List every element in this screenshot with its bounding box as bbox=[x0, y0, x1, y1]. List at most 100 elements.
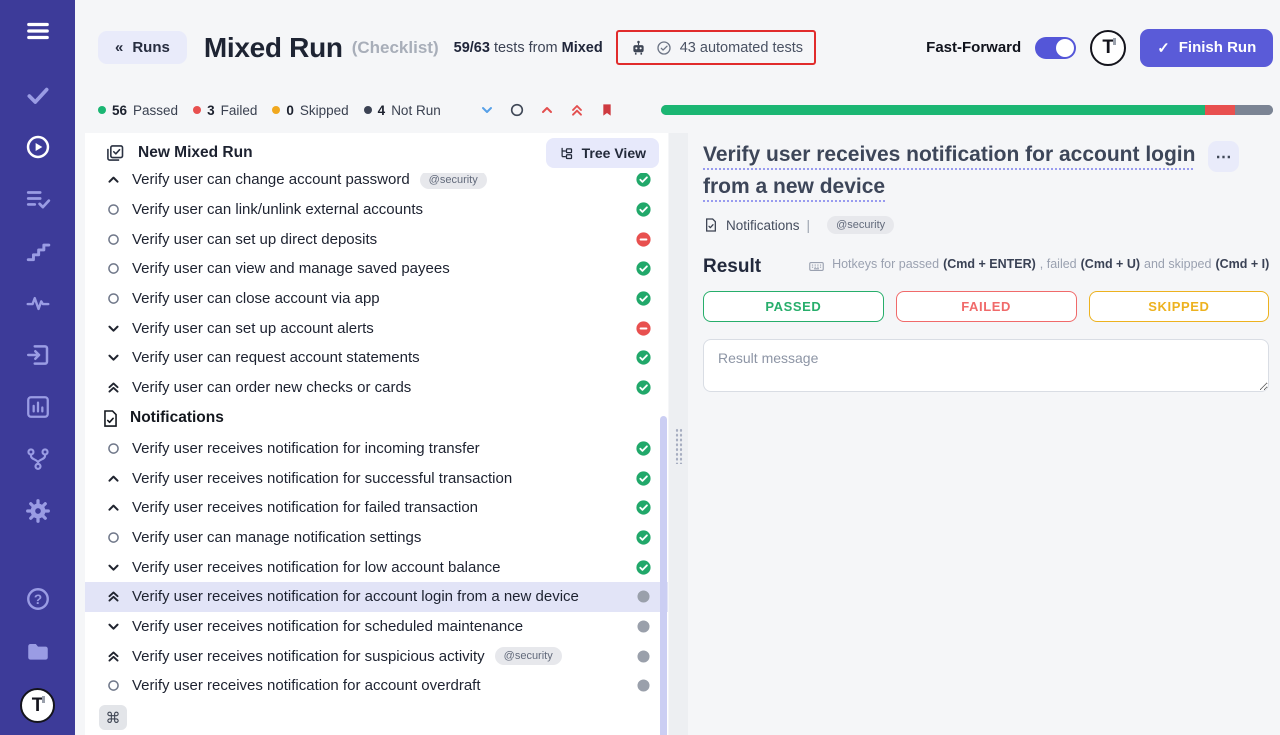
gear-icon[interactable] bbox=[23, 496, 53, 526]
branch-icon[interactable] bbox=[23, 444, 53, 474]
test-row[interactable]: Verify user receives notification for ac… bbox=[85, 582, 668, 612]
test-row[interactable]: Verify user can request account statemen… bbox=[85, 343, 668, 373]
stat-passed: 56Passed bbox=[98, 103, 178, 118]
test-title: Verify user receives notification for su… bbox=[132, 470, 512, 487]
priority-critical-icon bbox=[106, 380, 121, 395]
circle-icon[interactable] bbox=[509, 102, 525, 118]
stat-failed: 3Failed bbox=[193, 103, 257, 118]
status-notrun-icon bbox=[635, 588, 652, 605]
status-dot bbox=[272, 106, 280, 114]
fast-forward-toggle[interactable] bbox=[1035, 37, 1076, 59]
bookmark-icon[interactable] bbox=[599, 102, 615, 118]
test-row[interactable]: Verify user can order new checks or card… bbox=[85, 373, 668, 403]
status-passed-icon bbox=[635, 260, 652, 277]
run-icon[interactable] bbox=[23, 132, 53, 162]
priority-high-icon bbox=[106, 173, 121, 187]
test-row[interactable]: Verify user can set up direct deposits bbox=[85, 224, 668, 254]
test-title: Verify user receives notification for sc… bbox=[132, 618, 523, 635]
test-row[interactable]: Verify user can set up account alerts bbox=[85, 313, 668, 343]
help-icon[interactable]: ? bbox=[23, 584, 53, 614]
tests-count: 59/63 bbox=[454, 40, 490, 56]
status-notrun-icon bbox=[635, 648, 652, 665]
test-row[interactable]: Verify user can change account password@… bbox=[85, 173, 668, 195]
check-icon[interactable] bbox=[23, 80, 53, 110]
test-title: Verify user receives notification for lo… bbox=[132, 559, 501, 576]
folder-icon[interactable] bbox=[23, 636, 53, 666]
test-list-panel: New Mixed Run Tree View Verify user can … bbox=[85, 133, 668, 735]
test-row[interactable]: Verify user receives notification for in… bbox=[85, 434, 668, 464]
test-title: Verify user receives notification for in… bbox=[132, 440, 480, 457]
test-row[interactable]: Verify user receives notification for fa… bbox=[85, 493, 668, 523]
test-row[interactable]: Verify user receives notification for ac… bbox=[85, 671, 668, 701]
menu-icon[interactable] bbox=[23, 16, 53, 46]
automated-tests-badge[interactable]: 43 automated tests bbox=[616, 30, 816, 65]
top-bar: « Runs Mixed Run (Checklist) 59/63 tests… bbox=[75, 0, 1280, 95]
double-chevron-up-icon[interactable] bbox=[569, 102, 585, 118]
test-row[interactable]: Verify user can manage notification sett… bbox=[85, 523, 668, 553]
list-scrollbar[interactable] bbox=[660, 416, 667, 735]
test-title: Verify user can close account via app bbox=[132, 290, 380, 307]
test-rows: Verify user can change account password@… bbox=[85, 173, 668, 735]
priority-low-icon bbox=[106, 350, 121, 365]
test-title: Verify user can link/unlink external acc… bbox=[132, 201, 423, 218]
checklist-icon[interactable] bbox=[23, 184, 53, 214]
analytics-icon[interactable] bbox=[23, 392, 53, 422]
test-detail-title[interactable]: Verify user receives notification for ac… bbox=[703, 139, 1208, 203]
list-header: New Mixed Run Tree View bbox=[85, 133, 668, 173]
content-area: New Mixed Run Tree View Verify user can … bbox=[75, 133, 1280, 735]
priority-critical-icon bbox=[106, 649, 121, 664]
double-chevron-left-icon: « bbox=[115, 39, 123, 56]
chevron-up-icon[interactable] bbox=[539, 102, 555, 118]
suite-title: Notifications bbox=[130, 409, 224, 427]
passed-button[interactable]: PASSED bbox=[703, 291, 884, 322]
sidebar: ? T bbox=[0, 0, 75, 735]
document-icon bbox=[101, 409, 120, 428]
status-notrun-icon bbox=[635, 618, 652, 635]
suite-name[interactable]: Notifications bbox=[726, 218, 800, 233]
test-title: Verify user receives notification for ac… bbox=[132, 677, 481, 694]
status-notrun-icon bbox=[635, 677, 652, 694]
test-title: Verify user can set up account alerts bbox=[132, 320, 374, 337]
test-title: Verify user can view and manage saved pa… bbox=[132, 260, 450, 277]
status-passed-icon bbox=[635, 499, 652, 516]
finish-run-button[interactable]: ✓ Finish Run bbox=[1140, 29, 1273, 67]
testomat-logo-top[interactable]: T bbox=[1090, 30, 1126, 66]
progress-segment-failed bbox=[1205, 105, 1234, 115]
test-row[interactable]: Verify user can view and manage saved pa… bbox=[85, 254, 668, 284]
back-to-runs-button[interactable]: « Runs bbox=[98, 31, 187, 64]
test-row[interactable]: Verify user receives notification for sc… bbox=[85, 612, 668, 642]
import-icon[interactable] bbox=[23, 340, 53, 370]
pulse-icon[interactable] bbox=[23, 288, 53, 318]
test-title: Verify user can order new checks or card… bbox=[132, 379, 411, 396]
automated-tests-label: 43 automated tests bbox=[680, 40, 803, 56]
svg-text:?: ? bbox=[33, 592, 41, 607]
failed-button[interactable]: FAILED bbox=[896, 291, 1077, 322]
command-shortcuts-button[interactable]: ⌘ bbox=[99, 705, 127, 730]
status-failed-icon bbox=[635, 320, 652, 337]
status-passed-icon bbox=[635, 290, 652, 307]
ribbon-actions bbox=[479, 102, 615, 118]
more-options-button[interactable]: ⋯ bbox=[1208, 141, 1239, 172]
test-row[interactable]: Verify user receives notification for su… bbox=[85, 463, 668, 493]
panel-resize-handle[interactable] bbox=[669, 133, 688, 735]
status-passed-icon bbox=[635, 349, 652, 366]
result-message-input[interactable] bbox=[703, 339, 1269, 392]
suite-section-header[interactable]: Notifications bbox=[85, 403, 668, 434]
tree-view-button[interactable]: Tree View bbox=[546, 138, 659, 168]
toggle-knob bbox=[1056, 39, 1074, 57]
status-passed-icon bbox=[635, 379, 652, 396]
testomat-logo[interactable]: T bbox=[20, 688, 55, 723]
tag-badge[interactable]: @security bbox=[827, 216, 894, 234]
chevron-down-icon[interactable] bbox=[479, 102, 495, 118]
skipped-button[interactable]: SKIPPED bbox=[1089, 291, 1270, 322]
result-heading: Result bbox=[703, 256, 761, 278]
steps-icon[interactable] bbox=[23, 236, 53, 266]
status-dot bbox=[98, 106, 106, 114]
test-row[interactable]: Verify user receives notification for su… bbox=[85, 641, 668, 671]
test-row[interactable]: Verify user can link/unlink external acc… bbox=[85, 195, 668, 225]
test-row[interactable]: Verify user receives notification for lo… bbox=[85, 552, 668, 582]
document-icon bbox=[703, 217, 719, 233]
test-title: Verify user can manage notification sett… bbox=[132, 529, 421, 546]
stat-skipped: 0Skipped bbox=[272, 103, 348, 118]
test-row[interactable]: Verify user can close account via app bbox=[85, 284, 668, 314]
